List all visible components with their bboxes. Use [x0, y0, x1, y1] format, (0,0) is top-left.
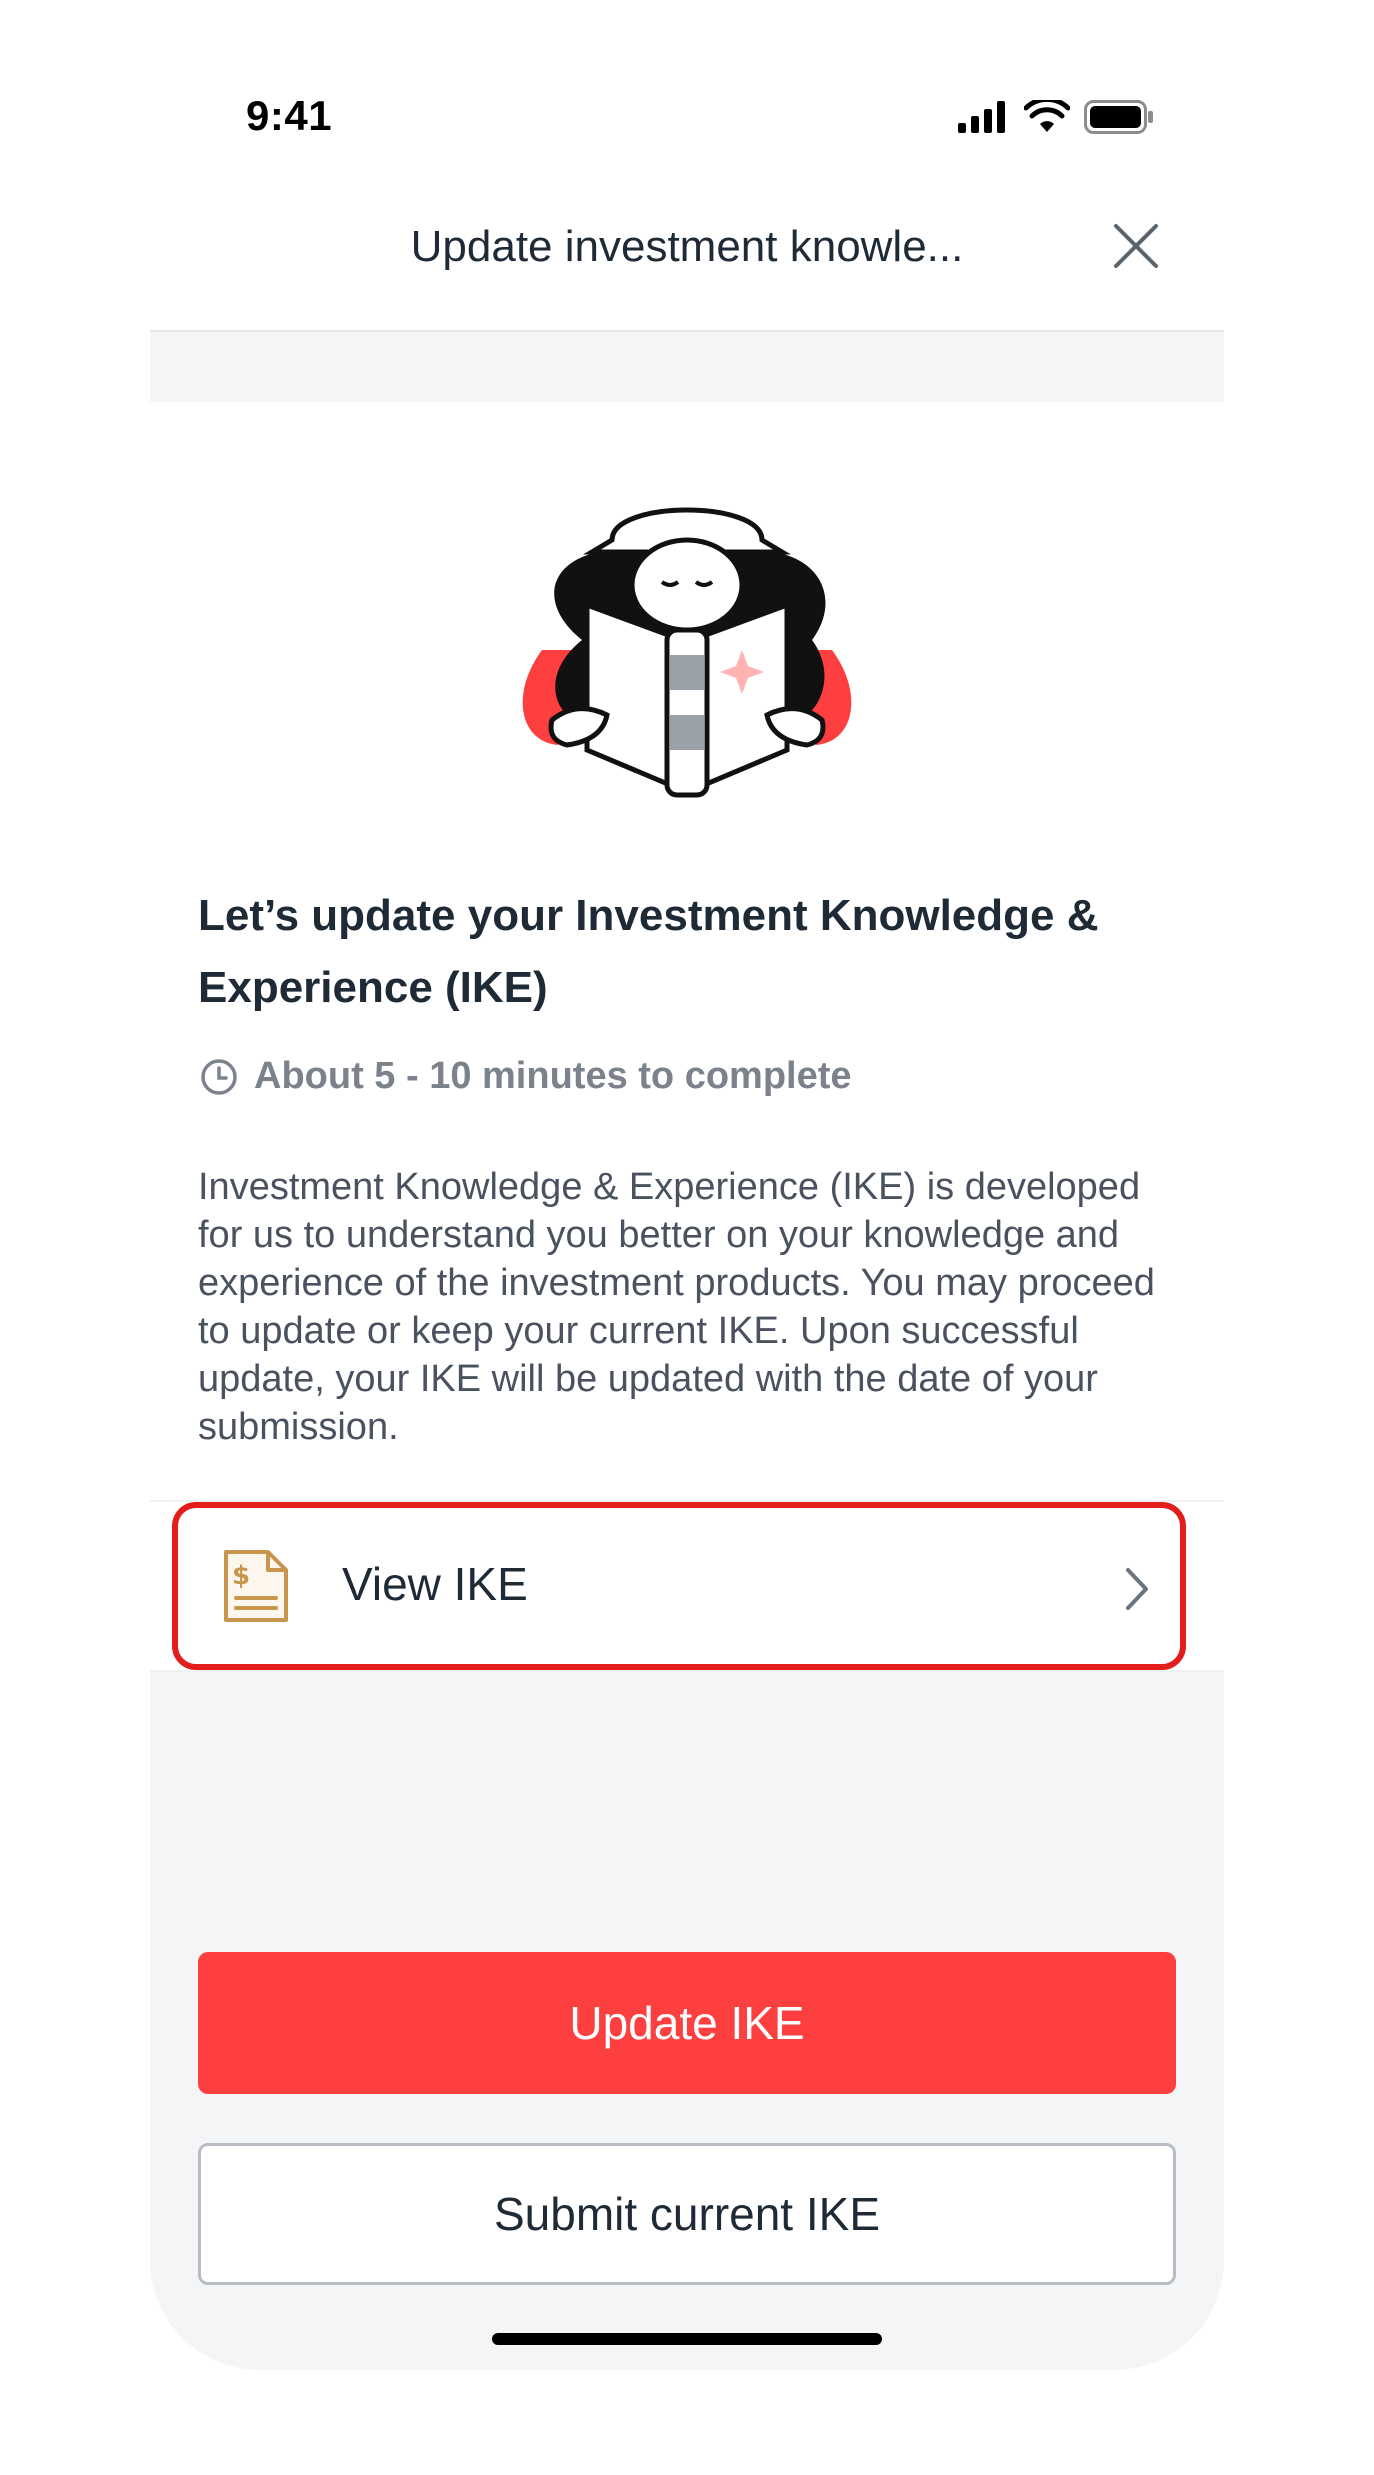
status-icons [958, 100, 1154, 134]
submit-current-ike-button[interactable]: Submit current IKE [198, 2143, 1176, 2285]
close-icon[interactable] [1108, 218, 1164, 274]
status-time: 9:41 [246, 92, 333, 139]
document-dollar-icon: $ [224, 1550, 288, 1622]
duration-text: About 5 - 10 minutes to complete [254, 1055, 852, 1097]
description: Investment Knowledge & Experience (IKE) … [198, 1166, 1155, 1448]
battery-icon [1084, 100, 1153, 134]
page-title: Update investment knowle... [410, 222, 964, 271]
duration-info: About 5 - 10 minutes to complete [200, 1055, 852, 1098]
wifi-icon [1024, 100, 1070, 132]
svg-text:$: $ [232, 1561, 250, 1591]
header-spacer [150, 332, 1224, 402]
view-ike-label: View IKE [342, 1558, 528, 1610]
home-indicator [492, 2333, 882, 2345]
phone-screen: 9:41 Update investment knowle... Let’s u… [150, 0, 1224, 2370]
chevron-right-icon [1126, 1568, 1148, 1610]
cellular-signal-icon [958, 101, 1005, 133]
reading-person-illustration [522, 507, 852, 798]
view-ike-row[interactable]: $ View IKE [150, 1500, 1224, 1672]
page-heading: Let’s update your Investment Knowledge &… [198, 891, 1099, 1012]
update-ike-button[interactable]: Update IKE [198, 1952, 1176, 2094]
clock-icon [201, 1058, 237, 1095]
